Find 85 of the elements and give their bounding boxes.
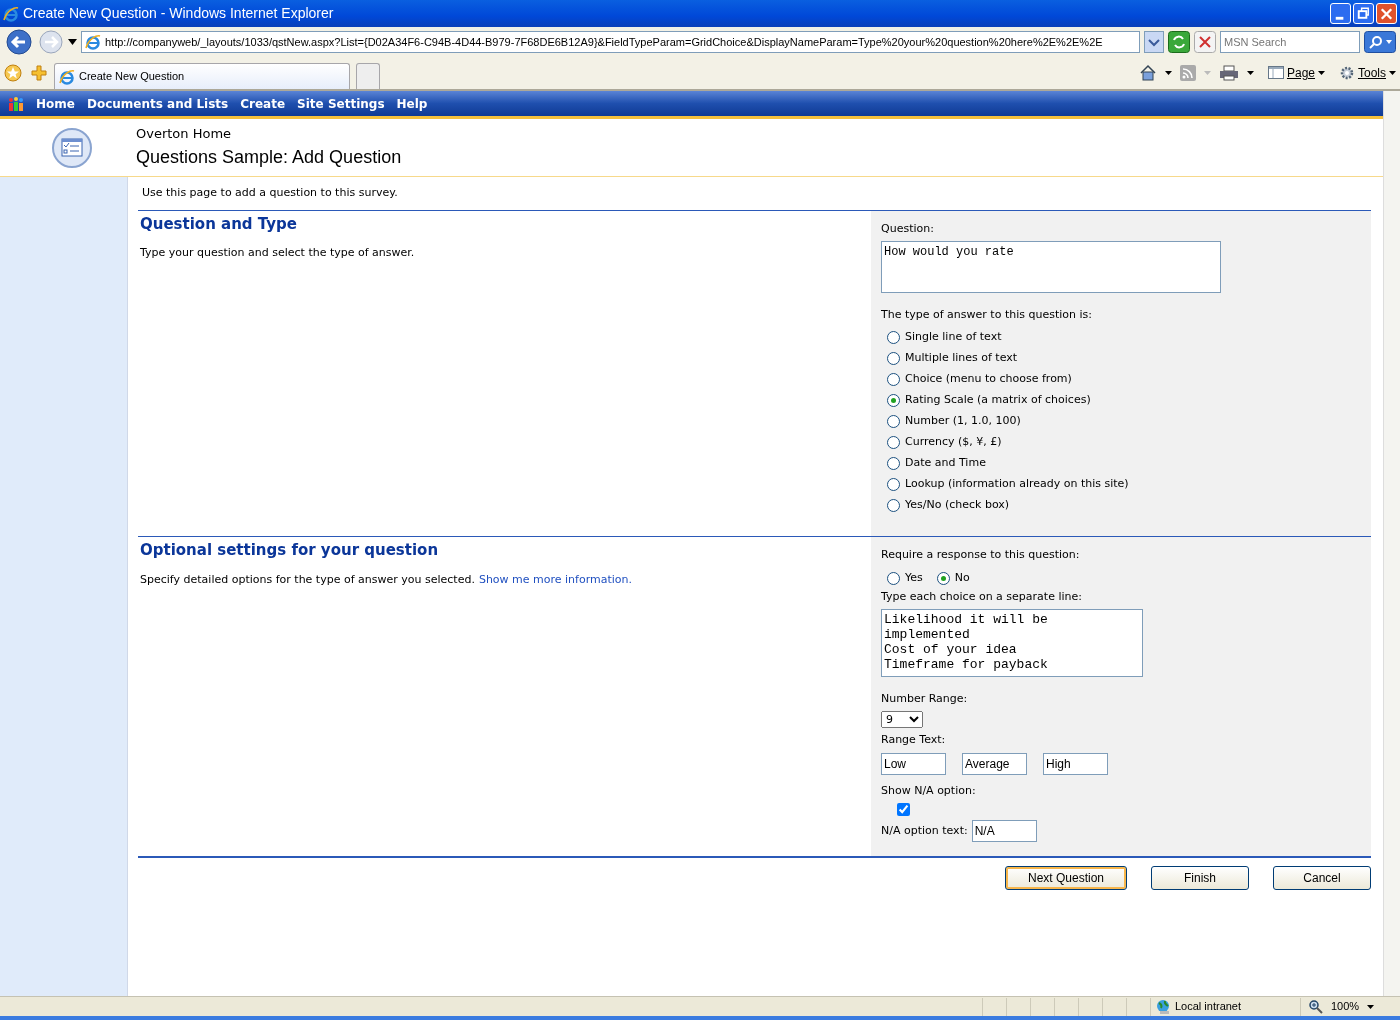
search-button[interactable] xyxy=(1364,31,1396,53)
range-text-field[interactable]: High xyxy=(1043,752,1108,775)
menu-button[interactable]: Tools xyxy=(1339,64,1396,82)
refresh-button[interactable] xyxy=(1168,31,1190,53)
nav-link[interactable]: Site Settings xyxy=(297,94,385,113)
info-link[interactable]: Show me more information. xyxy=(478,571,633,588)
menu-button[interactable]: Page xyxy=(1267,64,1325,82)
ie-logo-icon xyxy=(59,68,75,85)
radio-button[interactable] xyxy=(887,373,900,386)
field-label: Type each choice on a separate line: xyxy=(881,588,1083,605)
address-field[interactable]: http://companyweb/_layouts/1033/qstNew.aspx?List={D02A34F6-C94B-4D44-B979-7F68DE6B12A9}&FieldTypeParam=GridChoice&DisplayNameParam=Type%20your%20question%20here%2E%2E%2E xyxy=(81,31,1140,53)
action-button[interactable]: Next Question xyxy=(1005,866,1127,890)
star-icon[interactable] xyxy=(4,64,22,82)
field-label: N/A option text: xyxy=(881,822,968,839)
section-heading: Question and Type xyxy=(140,213,298,235)
page-icon xyxy=(1267,65,1284,81)
nav-link[interactable]: Help xyxy=(396,94,428,113)
section-description: Specify detailed options for the type of answer you selected. xyxy=(140,571,475,588)
stop-button[interactable] xyxy=(1194,31,1216,53)
na-text-field[interactable]: N/A xyxy=(971,820,1037,842)
zoom-button[interactable]: 100% xyxy=(1300,997,1400,1016)
caret-icon xyxy=(1389,71,1396,75)
nav-link[interactable]: Documents and Lists xyxy=(86,94,229,113)
back-button[interactable] xyxy=(4,28,34,56)
radio-label: Lookup (information already on this site) xyxy=(905,476,1129,493)
choices-field[interactable]: Likelihood it will be implemented Cost of your idea Timeframe for payback xyxy=(881,609,1143,677)
question-field[interactable]: How would you rate xyxy=(881,241,1221,293)
page-title: Questions Sample: Add Question xyxy=(136,145,402,169)
nav-link[interactable]: Create xyxy=(240,94,286,113)
action-button[interactable]: Finish xyxy=(1151,866,1249,890)
window-title: Create New Question - Windows Internet Explorer xyxy=(23,4,335,23)
range-text-field[interactable]: Average xyxy=(962,752,1027,775)
browser-tab[interactable]: Create New Question xyxy=(54,63,350,89)
caret-icon xyxy=(1367,1004,1375,1009)
radio-label: Currency ($, ¥, £) xyxy=(905,434,1002,451)
section-description: Type your question and select the type of answer. xyxy=(140,245,416,261)
field-label: Range Text: xyxy=(881,732,947,748)
radio-label: Choice (menu to choose from) xyxy=(905,371,1072,388)
range-text-field[interactable]: Low xyxy=(881,752,946,775)
field-label: The type of answer to this question is: xyxy=(881,306,1093,323)
breadcrumb-link[interactable]: Overton Home xyxy=(136,124,402,144)
home-icon[interactable] xyxy=(1138,64,1157,82)
ie-logo-icon xyxy=(3,5,19,22)
field-label: Show N/A option: xyxy=(881,782,977,799)
field-label: Question: xyxy=(881,220,935,237)
radio-button[interactable] xyxy=(887,436,900,449)
radio-label: Yes xyxy=(905,569,923,586)
field-label: Number Range: xyxy=(881,690,969,707)
radio-button[interactable] xyxy=(936,571,950,585)
radio-label: Date and Time xyxy=(905,455,986,472)
dropdown-caret-icon[interactable] xyxy=(68,39,77,45)
radio-button[interactable] xyxy=(887,571,900,585)
radio-button[interactable] xyxy=(887,415,900,428)
page-icon xyxy=(85,34,101,50)
field-label: Require a response to this question: xyxy=(881,547,1081,563)
radio-button[interactable] xyxy=(887,478,900,491)
nav-link[interactable]: Home xyxy=(36,94,75,113)
people-icon xyxy=(8,95,24,112)
radio-button[interactable] xyxy=(887,331,900,344)
caret-icon xyxy=(1318,71,1325,75)
caret-icon[interactable] xyxy=(1246,71,1254,75)
search-field[interactable]: MSN Search xyxy=(1220,31,1360,53)
radio-button[interactable] xyxy=(887,457,900,470)
radio-button[interactable] xyxy=(887,352,900,365)
intro-text: Use this page to add a question to this survey. xyxy=(141,185,399,201)
radio-button[interactable] xyxy=(887,499,900,512)
scrollbar[interactable] xyxy=(1383,91,1400,996)
zone-text: Local intranet xyxy=(1175,999,1242,1015)
radio-label: Rating Scale (a matrix of choices) xyxy=(905,392,1091,409)
radio-label: Single line of text xyxy=(905,329,1002,346)
dropdown-button[interactable] xyxy=(1144,31,1164,53)
radio-label: No xyxy=(954,569,970,586)
radio-label: Number (1, 1.0, 100) xyxy=(905,413,1021,430)
na-checkbox[interactable] xyxy=(897,803,910,816)
gear-icon xyxy=(1339,65,1355,81)
caret-icon[interactable] xyxy=(1164,71,1172,75)
printer-icon[interactable] xyxy=(1218,65,1239,81)
zoom-icon xyxy=(1309,999,1323,1014)
radio-button[interactable] xyxy=(887,394,900,407)
section-heading: Optional settings for your question xyxy=(140,540,440,561)
number-range-dropdown[interactable]: 9 xyxy=(881,711,923,728)
survey-icon xyxy=(51,126,93,169)
radio-label: Multiple lines of text xyxy=(905,350,1018,367)
action-button[interactable]: Cancel xyxy=(1273,866,1371,890)
radio-label: Yes/No (check box) xyxy=(905,497,1010,514)
